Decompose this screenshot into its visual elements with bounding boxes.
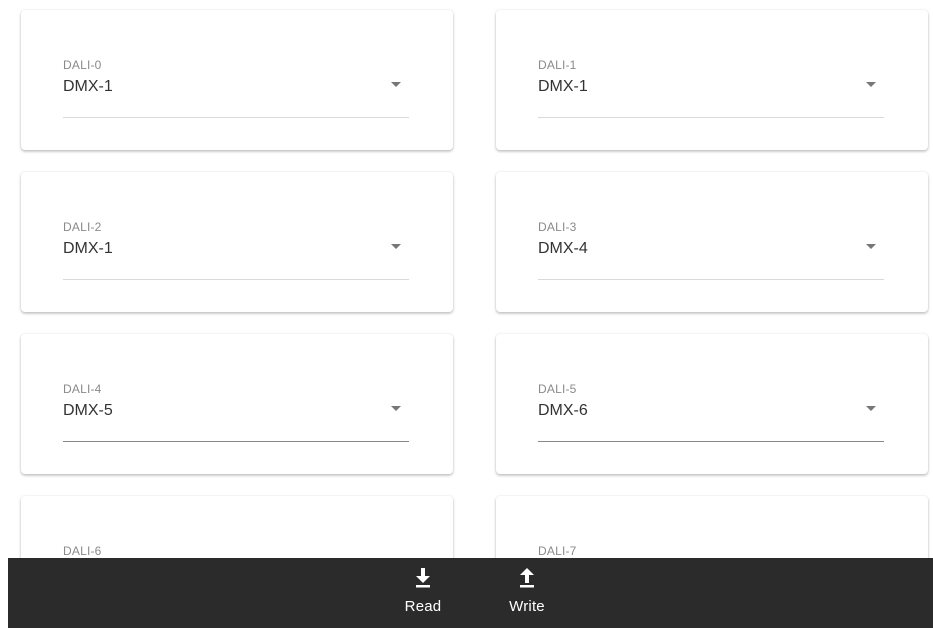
channel-card-dali-1: DALI-1 DMX-1 — [496, 10, 928, 150]
dali-0-label: DALI-0 — [63, 58, 102, 72]
dropdown-arrow-icon — [866, 244, 876, 249]
dali-3-value: DMX-4 — [538, 240, 588, 257]
dropdown-arrow-icon — [391, 82, 401, 87]
select-underline — [538, 441, 884, 442]
dali-1-label: DALI-1 — [538, 58, 577, 72]
write-button[interactable]: Write — [492, 564, 562, 624]
dropdown-arrow-icon — [391, 406, 401, 411]
dali-2-select[interactable]: DALI-2 DMX-1 — [63, 218, 409, 280]
select-underline — [538, 279, 884, 280]
channel-card-dali-3: DALI-3 DMX-4 — [496, 172, 928, 312]
app-viewport: DALI-0 DMX-1 DALI-1 DMX-1 DALI-2 DMX-1 D… — [0, 0, 933, 628]
select-underline — [63, 117, 409, 118]
dali-4-label: DALI-4 — [63, 382, 102, 396]
channel-card-dali-0: DALI-0 DMX-1 — [21, 10, 453, 150]
read-label: Read — [404, 598, 442, 615]
dropdown-arrow-icon — [866, 82, 876, 87]
dropdown-arrow-icon — [866, 406, 876, 411]
dali-4-value: DMX-5 — [63, 402, 113, 419]
select-underline — [63, 279, 409, 280]
channel-card-dali-5: DALI-5 DMX-6 — [496, 334, 928, 474]
dali-6-label: DALI-6 — [63, 544, 102, 558]
dropdown-arrow-icon — [391, 244, 401, 249]
dali-5-value: DMX-6 — [538, 402, 588, 419]
dali-0-select[interactable]: DALI-0 DMX-1 — [63, 56, 409, 118]
select-underline — [538, 117, 884, 118]
dali-3-select[interactable]: DALI-3 DMX-4 — [538, 218, 884, 280]
dali-5-label: DALI-5 — [538, 382, 577, 396]
bottom-action-bar: Read Write — [8, 558, 933, 628]
dali-0-value: DMX-1 — [63, 78, 113, 95]
dali-7-label: DALI-7 — [538, 544, 577, 558]
dali-2-value: DMX-1 — [63, 240, 113, 257]
dali-2-label: DALI-2 — [63, 220, 102, 234]
dali-3-label: DALI-3 — [538, 220, 577, 234]
upload-icon — [520, 568, 534, 588]
read-button[interactable]: Read — [388, 564, 458, 624]
channel-card-dali-4: DALI-4 DMX-5 — [21, 334, 453, 474]
dali-1-value: DMX-1 — [538, 78, 588, 95]
select-underline — [63, 441, 409, 442]
write-label: Write — [509, 598, 545, 615]
channel-card-dali-2: DALI-2 DMX-1 — [21, 172, 453, 312]
download-icon — [416, 568, 430, 588]
dali-4-select[interactable]: DALI-4 DMX-5 — [63, 380, 409, 442]
dali-1-select[interactable]: DALI-1 DMX-1 — [538, 56, 884, 118]
dali-5-select[interactable]: DALI-5 DMX-6 — [538, 380, 884, 442]
